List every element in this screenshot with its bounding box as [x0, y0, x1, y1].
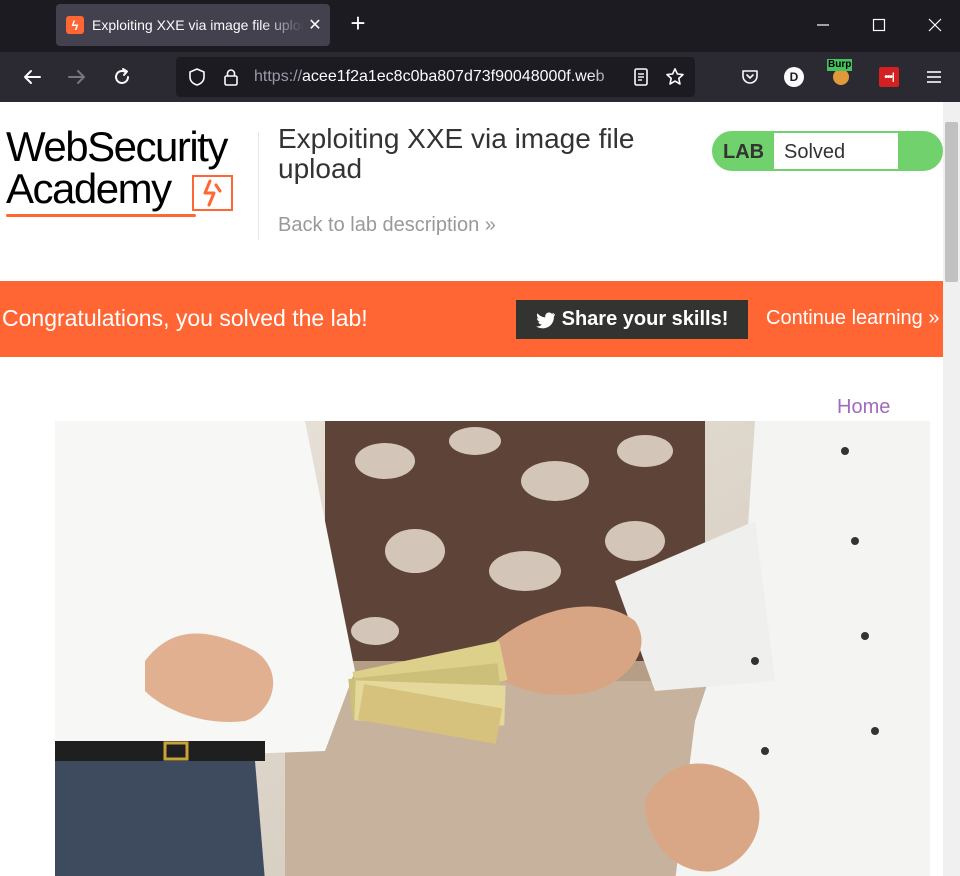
reload-icon[interactable]	[109, 64, 135, 90]
double-chevron-icon: »	[484, 214, 496, 236]
burp-label: Burp	[827, 59, 853, 71]
vertical-scrollbar[interactable]	[943, 102, 960, 876]
extension-red-icon[interactable]: •••|	[876, 64, 902, 90]
lock-icon[interactable]	[218, 64, 244, 90]
active-tab[interactable]: ϟ Exploiting XXE via image file upload ✕	[56, 4, 330, 46]
congratulations-message: Congratulations, you solved the lab!	[2, 305, 368, 331]
congratulations-banner: Congratulations, you solved the lab! Sha…	[0, 281, 943, 357]
twitter-bird-icon	[535, 312, 555, 328]
continue-learning-label: Continue learning	[766, 307, 923, 329]
pocket-icon[interactable]	[737, 64, 763, 90]
logo-underline	[6, 214, 196, 217]
scrollbar-thumb[interactable]	[945, 122, 958, 282]
minimize-icon[interactable]	[808, 10, 838, 40]
back-link-label: Back to lab description	[278, 214, 480, 236]
double-chevron-icon: »	[928, 307, 940, 329]
home-link[interactable]: Home	[837, 396, 890, 419]
lab-status-value: Solved	[774, 133, 898, 169]
share-skills-button[interactable]: Share your skills!	[516, 300, 748, 339]
profile-avatar[interactable]: D	[781, 64, 807, 90]
url-host: acee1f2a1ec8c0ba807d73f90048000f.web	[302, 68, 605, 85]
back-arrow-icon[interactable]	[19, 64, 45, 90]
close-tab-icon[interactable]: ✕	[306, 15, 324, 35]
tab-title: Exploiting XXE via image file upload	[92, 17, 304, 33]
url-scheme: https://	[254, 68, 303, 85]
profile-letter: D	[784, 67, 804, 87]
navigation-toolbar: https://acee1f2a1ec8c0ba807d73f90048000f…	[0, 52, 960, 102]
logo-line-1: WebSecurity	[6, 123, 228, 170]
lab-title: Exploiting XXE via image file upload	[278, 123, 635, 184]
share-button-label: Share your skills!	[561, 308, 729, 330]
shield-icon[interactable]	[184, 64, 210, 90]
new-tab-button[interactable]: +	[344, 10, 372, 38]
page-content: WebSecurity Academy Exploiting XXE via i…	[0, 102, 943, 876]
lab-status-label: LAB	[723, 141, 765, 163]
address-bar[interactable]: https://acee1f2a1ec8c0ba807d73f90048000f…	[176, 57, 695, 97]
web-security-academy-logo[interactable]: WebSecurity Academy	[6, 126, 256, 226]
header-divider	[258, 132, 259, 240]
lightning-logo-icon	[192, 175, 233, 211]
burp-extension-icon[interactable]: Burp	[827, 59, 853, 86]
window-close-icon[interactable]	[920, 10, 950, 40]
hamburger-menu-icon[interactable]	[921, 64, 947, 90]
url-text[interactable]: https://acee1f2a1ec8c0ba807d73f90048000f…	[254, 68, 626, 86]
lightning-icon: ϟ	[66, 16, 84, 34]
reader-view-icon[interactable]	[628, 64, 654, 90]
lab-status-widget: LAB Solved	[712, 131, 943, 171]
hero-photo	[55, 421, 930, 876]
maximize-icon[interactable]	[864, 10, 894, 40]
back-to-lab-description-link[interactable]: Back to lab description »	[278, 214, 496, 237]
burp-badge-circle	[833, 69, 849, 85]
tab-strip: ϟ Exploiting XXE via image file upload ✕…	[0, 0, 960, 52]
forward-arrow-icon[interactable]	[64, 64, 90, 90]
bookmark-star-icon[interactable]	[662, 64, 688, 90]
continue-learning-link[interactable]: Continue learning »	[766, 307, 939, 330]
